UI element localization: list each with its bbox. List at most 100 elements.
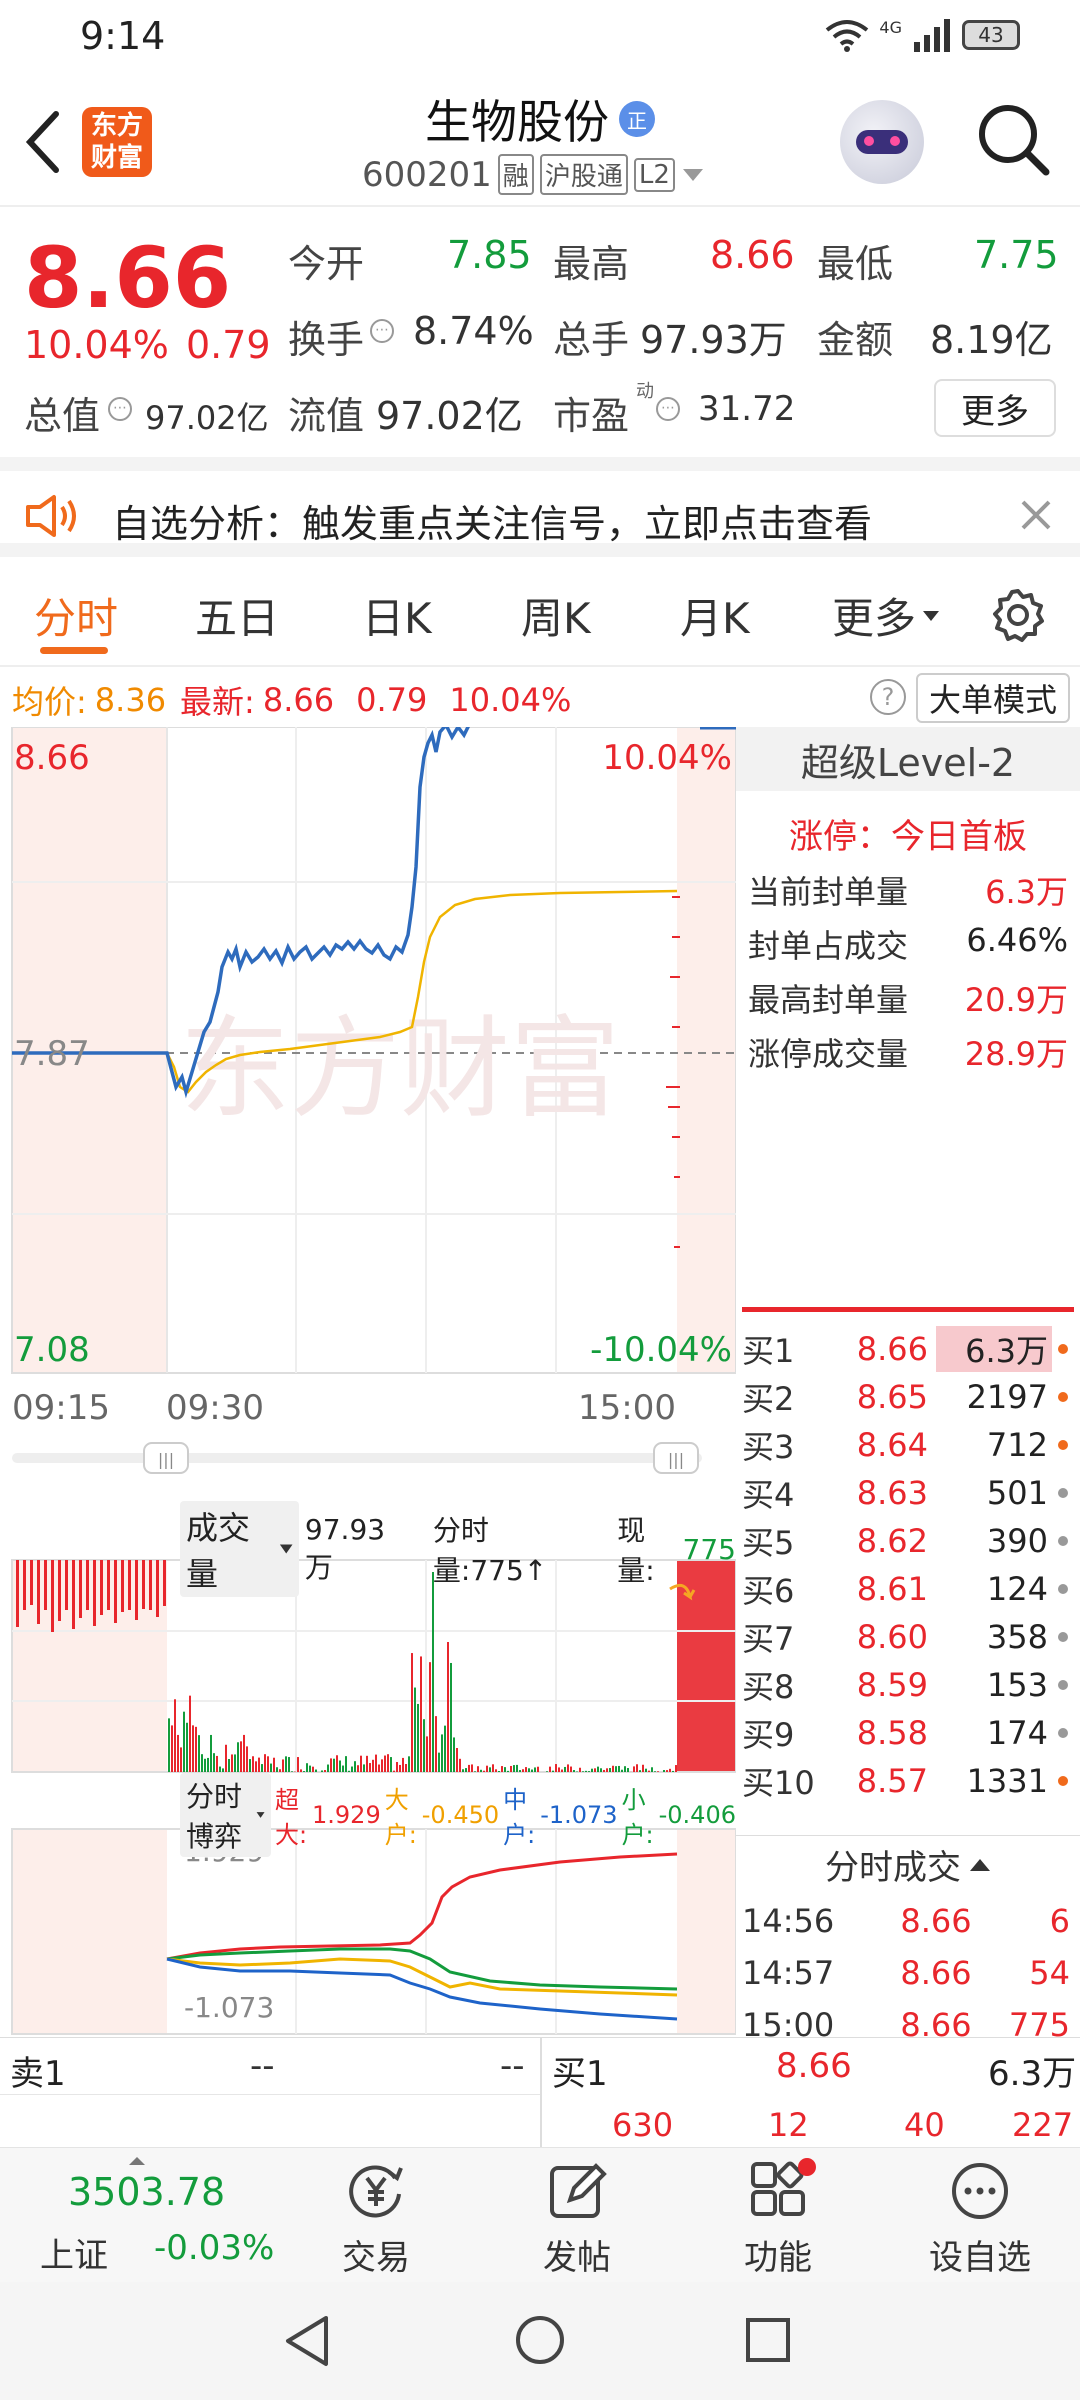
index-ticker[interactable]: 3503.78 上证 -0.03% (0, 2148, 274, 2283)
nav-functions[interactable]: 功能 (728, 2158, 828, 2279)
volume-bar (525, 1767, 527, 1772)
range-slider-track[interactable] (12, 1453, 702, 1463)
volume-bar (396, 1762, 398, 1772)
volume-selector[interactable]: 成交量 (180, 1501, 299, 1597)
volume-bar (612, 1765, 614, 1772)
close-icon[interactable] (1020, 499, 1052, 531)
nav-back-triangle-icon[interactable] (282, 2314, 332, 2368)
volume-bar (306, 1763, 308, 1772)
speaker-icon (26, 495, 76, 537)
battery-icon: 43 (962, 20, 1020, 50)
nav-trade[interactable]: 交易 (326, 2160, 426, 2279)
bid1-price: 8.66 (776, 2046, 852, 2086)
nav-add-watchlist[interactable]: 设自选 (912, 2160, 1048, 2279)
volume-bar (37, 1560, 40, 1624)
volume-bar (546, 1771, 548, 1772)
index-change: -0.03% (154, 2228, 275, 2268)
bid-book-rows[interactable]: 买1 8.66 6.3万 买2 8.65 2197 买3 8.64 712 买4 8.63 501 买5… (736, 1325, 1080, 1820)
bid-row[interactable]: 买2 8.65 2197 (736, 1373, 1080, 1421)
volume-bar (456, 1748, 458, 1772)
volume-bar (186, 1722, 188, 1772)
volume-bar (315, 1769, 317, 1772)
bid-level-label: 买8 (742, 1668, 795, 1706)
volume-bar (174, 1699, 176, 1772)
limit-up-title: 涨停：今日首板 (789, 817, 1027, 857)
info-icon[interactable]: ⋯ (108, 397, 132, 421)
volume-bar (354, 1761, 356, 1772)
volume-bar (528, 1768, 530, 1772)
volume-bar (375, 1754, 377, 1772)
volume-bar (357, 1765, 359, 1772)
tab-monthly-k[interactable]: 月K (680, 585, 750, 646)
volume-bar (369, 1763, 371, 1772)
volume-selector-label: 成交量 (186, 1509, 251, 1593)
alert-banner[interactable]: 自选分析：触发重点关注信号，立即点击查看 (0, 457, 1080, 557)
bid-volume: 2197 (966, 1378, 1048, 1416)
volume-bar (591, 1768, 593, 1772)
bid-row[interactable]: 买3 8.64 712 (736, 1421, 1080, 1469)
bid-volume: 174 (986, 1714, 1048, 1752)
tab-more[interactable]: 更多 (832, 585, 940, 646)
avg-value: 8.36 (94, 681, 167, 719)
nav-recents-square-icon[interactable] (744, 2316, 792, 2364)
settings-gear-icon[interactable] (990, 587, 1046, 643)
pe-value: 31.72 (698, 389, 796, 429)
nav-post[interactable]: 发帖 (527, 2160, 627, 2279)
bid-row[interactable]: 买6 8.61 124 (736, 1565, 1080, 1613)
bid-row[interactable]: 买8 8.59 153 (736, 1661, 1080, 1709)
chart-watermark: 东方财富 (180, 1005, 620, 1133)
info-icon[interactable]: ⋯ (656, 397, 680, 421)
volume-bar (213, 1753, 215, 1772)
game-large-value: -0.450 (421, 1801, 500, 1829)
more-button[interactable]: 更多 (934, 379, 1056, 437)
stat-value-1: 6.46% (966, 921, 1068, 959)
help-icon[interactable]: ? (870, 679, 906, 715)
info-icon[interactable]: ⋯ (370, 319, 394, 343)
bid-row[interactable]: 买1 8.66 6.3万 (736, 1325, 1080, 1373)
bid-level-label: 买1 (742, 1332, 795, 1370)
bid-row[interactable]: 买7 8.60 358 (736, 1613, 1080, 1661)
nav-trade-label: 交易 (342, 2238, 410, 2278)
bid-flag-dot (1058, 1344, 1068, 1354)
tab-intraday[interactable]: 分时 (34, 585, 118, 646)
volume-bar (423, 1719, 425, 1772)
tab-weekly-k[interactable]: 周K (521, 585, 591, 646)
bid-row[interactable]: 买10 8.57 1331 (736, 1757, 1080, 1805)
big-order-mode-button[interactable]: 大单模式 (916, 673, 1070, 723)
search-icon[interactable] (976, 102, 1050, 176)
volume-bar (225, 1744, 227, 1772)
tick-volume: 6 (1049, 1902, 1070, 1940)
stock-code-row[interactable]: 600201 融 沪股通 L2 (362, 154, 705, 195)
level2-title[interactable]: 超级Level-2 (736, 727, 1080, 791)
volume-bar (561, 1769, 563, 1772)
ticks-header[interactable]: 分时成交 (736, 1835, 1080, 1889)
ask1-volume: -- (500, 2046, 525, 2086)
volume-bar (58, 1560, 61, 1621)
volume-bar (519, 1770, 521, 1772)
volume-bar (384, 1755, 386, 1772)
volume-bar (642, 1764, 644, 1772)
pct-high-label: 10.04% (602, 738, 732, 778)
bid-row[interactable]: 买5 8.62 390 (736, 1517, 1080, 1565)
volume-bar (149, 1560, 152, 1610)
robot-assistant-icon[interactable] (840, 100, 924, 184)
volume-bar (390, 1757, 392, 1772)
tab-daily-k[interactable]: 日K (362, 585, 432, 646)
bid-volume: 153 (986, 1666, 1048, 1704)
volume-bar (522, 1769, 524, 1772)
svg-text:|||: ||| (668, 1450, 684, 1469)
volume-bar (606, 1768, 608, 1772)
game-selector[interactable]: 分时博弈 (180, 1773, 271, 1857)
volume-bar (450, 1662, 452, 1772)
volume-bar (432, 1572, 434, 1772)
bid-row[interactable]: 买4 8.63 501 (736, 1469, 1080, 1517)
volume-bar (237, 1742, 239, 1772)
nav-home-circle-icon[interactable] (514, 2314, 566, 2366)
volume-bar (501, 1766, 503, 1772)
stat-value-0: 6.3万 (985, 873, 1068, 911)
tab-five-day[interactable]: 五日 (195, 585, 279, 646)
volume-bar (342, 1765, 344, 1772)
bid-level-label: 买2 (742, 1380, 795, 1418)
volume-bar (558, 1767, 560, 1772)
bid-row[interactable]: 买9 8.58 174 (736, 1709, 1080, 1757)
